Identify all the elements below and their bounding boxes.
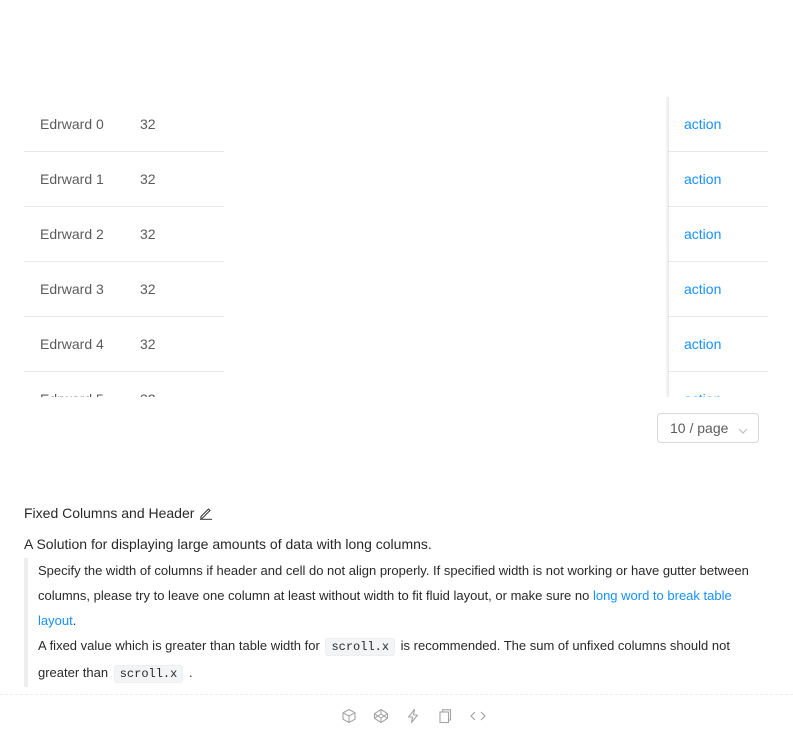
demo-lead: A Solution for displaying large amounts … — [24, 536, 432, 552]
cell-age: 32 — [140, 281, 156, 297]
codepen-icon[interactable] — [373, 708, 389, 724]
cell-age: 32 — [140, 336, 156, 352]
cell-name: Edrward 5 — [40, 372, 104, 397]
note-text: A fixed value which is greater than tabl… — [38, 638, 324, 653]
code-scroll-x: scroll.x — [113, 665, 184, 683]
page-size-value: 10 / page — [670, 420, 729, 436]
code-actions — [341, 707, 486, 725]
fixed-column-shadow — [665, 97, 669, 397]
cell-age: 32 — [140, 372, 156, 397]
table-row: Edrward 0 32 action — [24, 97, 768, 152]
cell-age: 32 — [140, 116, 156, 132]
page: Edrward 0 32 action Edrward 1 32 action … — [0, 0, 793, 736]
action-link[interactable]: action — [684, 317, 721, 371]
edit-icon[interactable] — [199, 506, 213, 520]
page-size-select[interactable]: 10 / page — [657, 413, 759, 443]
action-link[interactable]: action — [684, 262, 721, 316]
demo-title: Fixed Columns and Header — [24, 504, 213, 522]
cell-name: Edrward 1 — [40, 171, 104, 187]
cell-name: Edrward 0 — [40, 116, 104, 132]
demo-note: Specify the width of columns if header a… — [24, 558, 758, 687]
chevron-down-icon — [738, 423, 748, 434]
note-paragraph: A fixed value which is greater than tabl… — [38, 633, 758, 687]
table-row: Edrward 2 32 action — [24, 207, 768, 262]
table-row: Edrward 4 32 action — [24, 317, 768, 372]
action-link[interactable]: action — [684, 372, 721, 397]
table-row: Edrward 5 32 action — [24, 372, 768, 397]
note-text: . — [72, 613, 77, 628]
action-link[interactable]: action — [684, 97, 721, 151]
table-body[interactable]: Edrward 0 32 action Edrward 1 32 action … — [24, 97, 768, 397]
action-link[interactable]: action — [684, 152, 721, 206]
cell-age: 32 — [140, 226, 156, 242]
cell-name: Edrward 3 — [40, 281, 104, 297]
dashed-divider — [0, 694, 793, 695]
codesandbox-icon[interactable] — [341, 708, 357, 724]
stackblitz-icon[interactable] — [405, 708, 421, 724]
demo-title-text: Fixed Columns and Header — [24, 505, 195, 521]
cell-age: 32 — [140, 171, 156, 187]
cell-name: Edrward 4 — [40, 336, 104, 352]
table-row: Edrward 1 32 action — [24, 152, 768, 207]
code-scroll-x: scroll.x — [325, 638, 396, 656]
table-row: Edrward 3 32 action — [24, 262, 768, 317]
cell-name: Edrward 2 — [40, 226, 104, 242]
note-text: . — [185, 665, 193, 680]
code-icon[interactable] — [469, 708, 486, 724]
note-paragraph: Specify the width of columns if header a… — [38, 558, 758, 633]
action-link[interactable]: action — [684, 207, 721, 261]
copy-icon[interactable] — [437, 708, 453, 724]
